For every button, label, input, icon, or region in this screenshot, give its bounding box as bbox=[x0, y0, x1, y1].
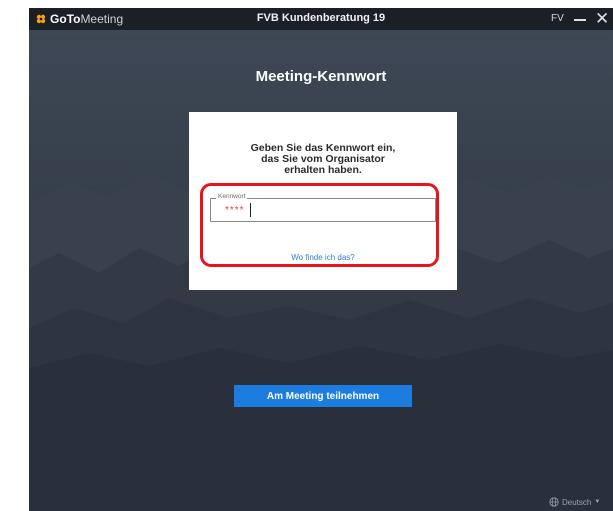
password-card: Geben Sie das Kennwort ein, das Sie vom … bbox=[189, 112, 457, 290]
language-selector[interactable]: Deutsch ▼ bbox=[549, 496, 600, 508]
join-meeting-button[interactable]: Am Meeting teilnehmen bbox=[234, 385, 412, 407]
window-title: FVB Kundenberatung 19 bbox=[256, 12, 386, 24]
minimize-icon[interactable] bbox=[570, 9, 590, 29]
dialog-title: Meeting-Kennwort bbox=[255, 68, 387, 85]
prompt-line-3: erhalten haben. bbox=[284, 164, 362, 176]
goto-meeting-window: GoTo Meeting FVB Kundenberatung 19 FV ✕ M… bbox=[29, 8, 613, 511]
red-highlight-annotation bbox=[200, 183, 439, 267]
close-icon[interactable]: ✕ bbox=[595, 8, 613, 30]
chevron-down-icon: ▼ bbox=[594, 499, 601, 505]
language-label: Deutsch bbox=[562, 497, 592, 507]
globe-icon bbox=[549, 497, 559, 507]
password-prompt: Geben Sie das Kennwort ein, das Sie vom … bbox=[189, 143, 457, 176]
title-bar: GoTo Meeting FVB Kundenberatung 19 FV ✕ bbox=[29, 8, 613, 30]
user-initials[interactable]: FV bbox=[551, 13, 564, 24]
